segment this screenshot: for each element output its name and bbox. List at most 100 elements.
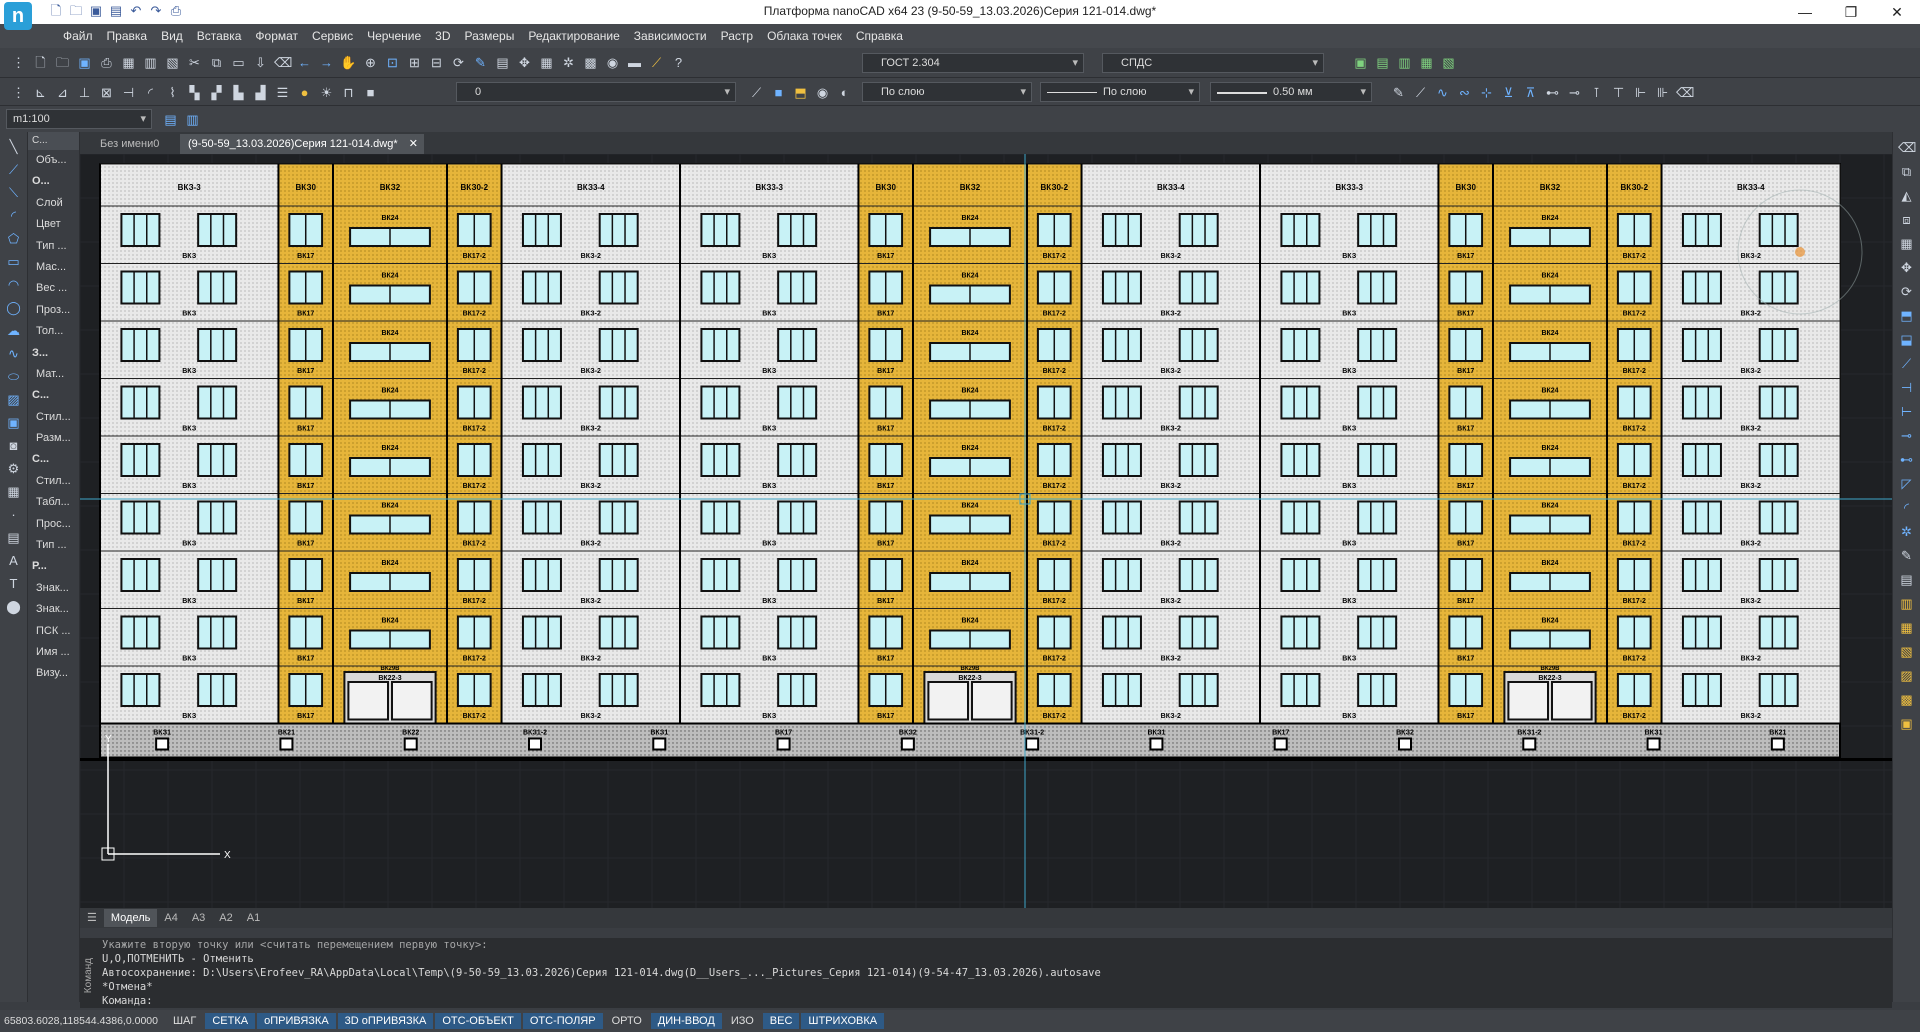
zoom-extents-icon[interactable]: ⊞: [406, 54, 423, 71]
erase-icon[interactable]: ⌫: [274, 54, 292, 71]
edit-tool-icon[interactable]: ✎: [1898, 547, 1915, 564]
tool-palette-icon[interactable]: ▦: [538, 54, 555, 71]
wblock-icon[interactable]: ▟: [252, 84, 269, 101]
property-row[interactable]: Знак...: [28, 599, 79, 620]
copy-tool-icon[interactable]: ⧉: [1898, 163, 1915, 180]
paste-icon[interactable]: ▭: [230, 54, 247, 71]
spds-note-icon[interactable]: ▦: [1418, 54, 1435, 71]
status-toggle[interactable]: оПРИВЯЗКА: [257, 1013, 336, 1029]
properties-icon[interactable]: ▤: [494, 54, 511, 71]
line-tool-icon[interactable]: ╲: [5, 138, 22, 155]
lengthen-tool-icon[interactable]: ⟋: [1898, 355, 1915, 372]
block-icon[interactable]: ▙: [230, 84, 247, 101]
scale-tool-icon[interactable]: ⬒: [1898, 307, 1915, 324]
spds-tool-6-icon[interactable]: ▩: [1898, 691, 1915, 708]
layer-prev-icon[interactable]: ⟋: [748, 84, 765, 101]
status-toggle[interactable]: ВЕС: [762, 1013, 800, 1029]
property-row[interactable]: Р...: [28, 556, 79, 577]
property-row[interactable]: С...: [28, 449, 79, 470]
layer-iso-icon[interactable]: ◉: [814, 84, 831, 101]
edit-spline-icon[interactable]: ∿: [1434, 84, 1451, 101]
property-row[interactable]: Стил...: [28, 471, 79, 492]
menu-item[interactable]: Файл: [56, 24, 100, 48]
explode-tool-icon[interactable]: ✲: [1898, 523, 1915, 540]
tab-a4[interactable]: А4: [157, 909, 184, 927]
property-row[interactable]: С...: [28, 385, 79, 406]
array-tool-icon[interactable]: ▦: [1898, 235, 1915, 252]
table-tool-icon[interactable]: ▦: [5, 483, 22, 500]
close-button[interactable]: ✕: [1874, 0, 1920, 24]
block-tool-icon[interactable]: ▤: [5, 529, 22, 546]
point-tool-icon[interactable]: ·: [5, 506, 22, 523]
close-tab-icon[interactable]: ✕: [409, 134, 418, 154]
layer-bulb-icon[interactable]: ●: [296, 84, 313, 101]
snap-perp-icon[interactable]: ⊥: [76, 84, 93, 101]
property-row[interactable]: О...: [28, 171, 79, 192]
scale-select[interactable]: m1:100: [6, 109, 152, 129]
paint-tool-icon[interactable]: ⬤: [5, 598, 22, 615]
spds-mark-icon[interactable]: ▧: [1440, 54, 1457, 71]
property-row[interactable]: Проз...: [28, 300, 79, 321]
property-row[interactable]: Прос...: [28, 514, 79, 535]
property-row[interactable]: Мат...: [28, 364, 79, 385]
snap-near-icon[interactable]: ⌇: [164, 84, 181, 101]
properties-header[interactable]: С...: [28, 132, 79, 150]
status-toggle[interactable]: ОРТО: [605, 1013, 649, 1029]
command-prompt[interactable]: Команда:: [102, 994, 1892, 1008]
spds-format-icon[interactable]: ▣: [1352, 54, 1369, 71]
property-row[interactable]: Стил...: [28, 407, 79, 428]
status-toggle[interactable]: СЕТКА: [205, 1013, 256, 1029]
menu-item[interactable]: Формат: [248, 24, 305, 48]
xline-tool-icon[interactable]: ⟍: [5, 184, 22, 201]
publish-icon[interactable]: ▥: [142, 54, 159, 71]
join-tool-icon[interactable]: ⊷: [1898, 451, 1915, 468]
spds-tool-1-icon[interactable]: ▤: [1898, 571, 1915, 588]
layout-list-icon[interactable]: ☰: [80, 909, 104, 927]
polyline-tool-icon[interactable]: ⟋: [5, 161, 22, 178]
mirror-tool-icon[interactable]: ◭: [1898, 187, 1915, 204]
spds-tool-7-icon[interactable]: ▣: [1898, 715, 1915, 732]
redo-icon[interactable]: →: [318, 54, 335, 71]
property-row[interactable]: Тип ...: [28, 535, 79, 556]
snap-int-icon[interactable]: ⊠: [98, 84, 115, 101]
property-row[interactable]: Мас...: [28, 257, 79, 278]
spds-tool-5-icon[interactable]: ▨: [1898, 667, 1915, 684]
layer-lock-icon[interactable]: ⊓: [340, 84, 357, 101]
layer-off-icon[interactable]: ◐: [836, 84, 853, 101]
ruler-icon[interactable]: ⟋: [648, 54, 665, 71]
regen-icon[interactable]: ⟳: [450, 54, 467, 71]
status-toggle[interactable]: ОТС-ОБЪЕКТ: [435, 1013, 521, 1029]
linetype-select[interactable]: По слою: [1040, 82, 1200, 102]
camera-tool-icon[interactable]: ◙: [5, 437, 22, 454]
design-center-icon[interactable]: ✥: [516, 54, 533, 71]
undo-icon[interactable]: ←: [296, 54, 313, 71]
status-toggle[interactable]: ОТС-ПОЛЯР: [522, 1013, 603, 1029]
status-toggle[interactable]: 3D оПРИВЯЗКА: [337, 1013, 434, 1029]
scale-list-icon[interactable]: ▤: [162, 111, 179, 128]
open-icon[interactable]: 🗀: [54, 54, 71, 71]
help-icon[interactable]: ?: [670, 54, 687, 71]
layer-current-icon[interactable]: ■: [770, 84, 787, 101]
spline-tool-icon[interactable]: ∿: [5, 345, 22, 362]
menu-item[interactable]: Редактирование: [521, 24, 626, 48]
property-row[interactable]: Тип ...: [28, 236, 79, 257]
tab-active-drawing[interactable]: (9-50-59_13.03.2026)Серия 121-014.dwg* ✕: [180, 134, 424, 154]
rectangle-tool-icon[interactable]: ▭: [5, 253, 22, 270]
measure-icon[interactable]: ▬: [626, 54, 643, 71]
fillet-tool-icon[interactable]: ◜: [1898, 499, 1915, 516]
property-row[interactable]: Имя ...: [28, 642, 79, 663]
property-row[interactable]: Знак...: [28, 578, 79, 599]
color-select[interactable]: По слою: [862, 82, 1032, 102]
pan-hand-icon[interactable]: ✋: [340, 54, 357, 71]
ellipse-tool-icon[interactable]: ⬭: [5, 368, 22, 385]
spds-chain-icon[interactable]: ⊩: [1632, 84, 1649, 101]
polygon-tool-icon[interactable]: ⬠: [5, 230, 22, 247]
menu-item[interactable]: 3D: [428, 24, 457, 48]
spds-leader-icon[interactable]: ⊼: [1522, 84, 1539, 101]
menu-item[interactable]: Сервис: [305, 24, 360, 48]
property-row[interactable]: Визу...: [28, 663, 79, 684]
menu-item[interactable]: Правка: [100, 24, 155, 48]
offset-tool-icon[interactable]: ⧈: [1898, 211, 1915, 228]
extend-tool-icon[interactable]: ⊢: [1898, 403, 1915, 420]
pencil-icon[interactable]: ✎: [472, 54, 489, 71]
